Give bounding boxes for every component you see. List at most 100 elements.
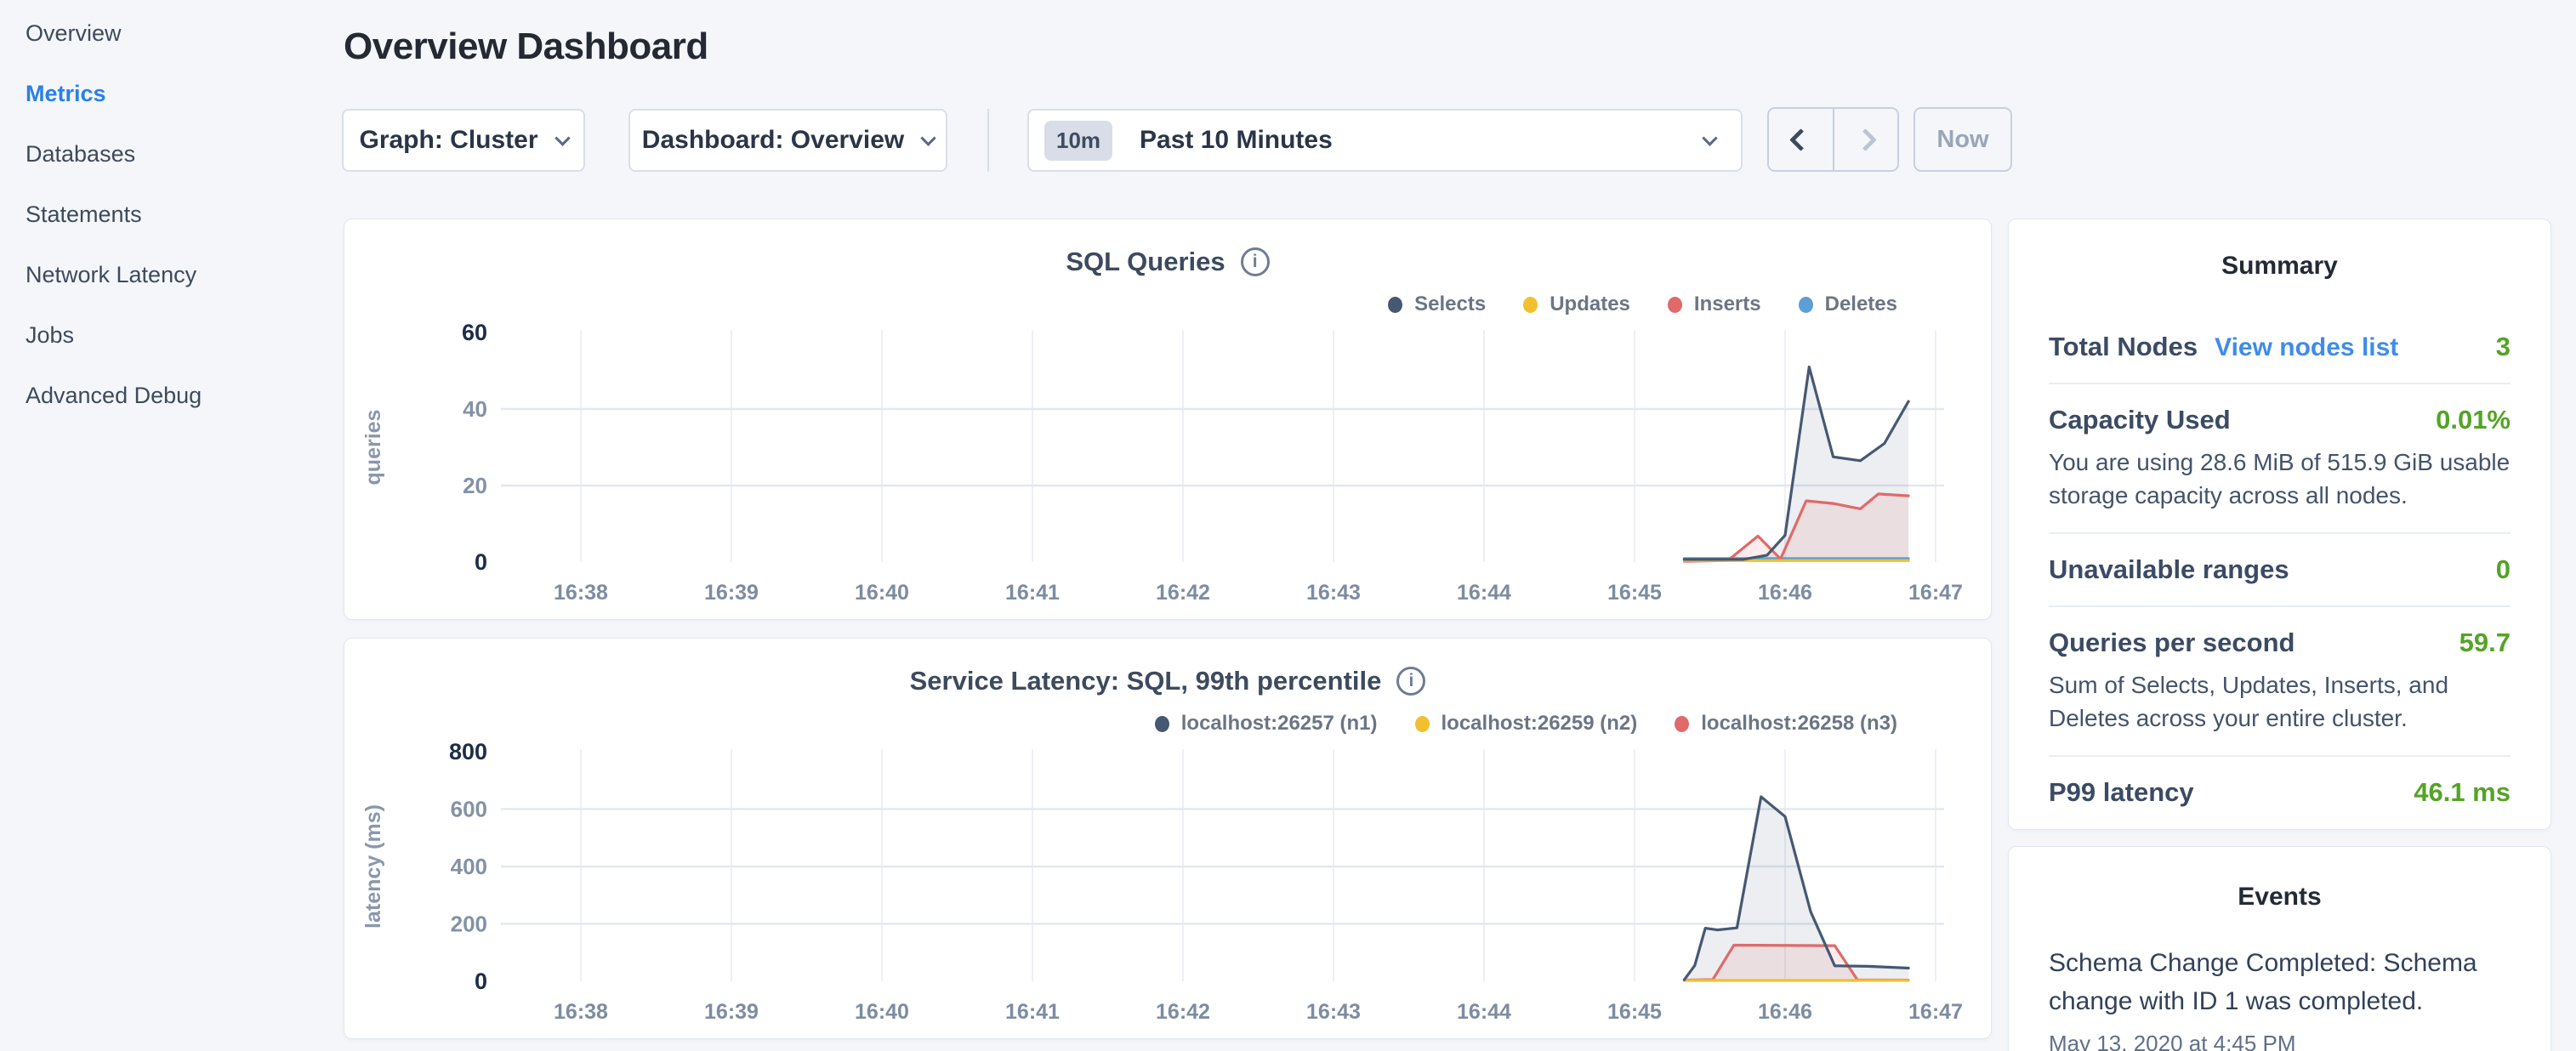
- x-axis-tick-label: 16:42: [1156, 581, 1210, 605]
- event-list-item[interactable]: Schema Change Completed: Schema change w…: [2049, 944, 2511, 1051]
- sql-queries-chart-card: 16:38 16:39 16:40 16:41 16:42 16:43 16:44 16:45…: [344, 219, 1992, 620]
- summary-row-label: Total Nodes: [2049, 332, 2198, 362]
- sidebar-item-advanced-debug[interactable]: Advanced Debug: [26, 383, 342, 406]
- legend-dot-icon: [1668, 297, 1682, 313]
- x-axis-tick-label: 16:46: [1758, 1000, 1812, 1024]
- x-axis-tick-label: 16:39: [704, 581, 759, 605]
- x-axis-tick-label: 16:43: [1306, 1000, 1361, 1024]
- legend-label: localhost:26257 (n1): [1181, 712, 1378, 736]
- sidebar-item-metrics[interactable]: Metrics: [26, 81, 342, 105]
- time-range-badge: 10m: [1044, 121, 1112, 161]
- x-axis-tick-label: 16:41: [1005, 1000, 1060, 1024]
- x-axis-tick-label: 16:44: [1457, 1000, 1511, 1024]
- y-axis-tick-label: 40: [463, 396, 487, 422]
- summary-row-queries-per-second: Queries per second 59.7 Sum of Selects, …: [2049, 607, 2511, 757]
- summary-panel: Summary Total Nodes View nodes list 3 Ca…: [2008, 219, 2551, 830]
- legend-label: Updates: [1550, 293, 1630, 316]
- toolbar-divider: [987, 109, 989, 172]
- summary-row-value: 0.01%: [2436, 405, 2511, 435]
- x-axis-tick-label: 16:42: [1156, 1000, 1210, 1024]
- page-title: Overview Dashboard: [344, 26, 708, 68]
- chevron-right-icon: [1854, 128, 1877, 151]
- legend-dot-icon: [1799, 297, 1813, 313]
- summary-row-label: Capacity Used: [2049, 405, 2231, 435]
- x-axis-tick-label: 16:39: [704, 1000, 759, 1024]
- chevron-down-icon: [554, 130, 570, 145]
- x-axis-tick-label: 16:44: [1457, 581, 1511, 605]
- legend-label: Deletes: [1825, 293, 1897, 316]
- time-range-dropdown[interactable]: 10m Past 10 Minutes: [1027, 109, 1743, 172]
- y-axis-tick-label: 20: [463, 473, 487, 498]
- service-latency-chart-card: 16:3816:3916:4016:4116:4216:4316:4416:45…: [344, 638, 1992, 1039]
- summary-row-total-nodes: Total Nodes View nodes list 3: [2049, 311, 2511, 384]
- sidebar-nav: Overview Metrics Databases Statements Ne…: [0, 0, 342, 1051]
- summary-row-unavailable-ranges: Unavailable ranges 0: [2049, 534, 2511, 607]
- x-axis-tick-label: 16:47: [1908, 581, 1963, 605]
- x-axis-tick-label: 16:40: [855, 581, 909, 605]
- summary-panel-title: Summary: [2049, 252, 2511, 281]
- summary-row-value: 3: [2496, 332, 2511, 362]
- y-axis-tick-label: 200: [451, 912, 487, 937]
- chevron-down-icon: [921, 130, 936, 145]
- x-axis-tick-label: 16:40: [855, 1000, 909, 1024]
- x-axis-tick-label: 16:38: [554, 1000, 608, 1024]
- time-pager: [1767, 107, 1899, 172]
- sidebar-item-statements[interactable]: Statements: [26, 202, 342, 225]
- legend-item: Selects: [1388, 293, 1486, 316]
- info-icon[interactable]: i: [1396, 667, 1425, 696]
- summary-row-value: 0: [2496, 554, 2511, 585]
- view-nodes-list-link[interactable]: View nodes list: [2215, 333, 2398, 362]
- summary-row-label: Unavailable ranges: [2049, 554, 2289, 585]
- summary-row-value: 46.1 ms: [2414, 777, 2511, 808]
- time-range-label: Past 10 Minutes: [1140, 126, 1704, 155]
- now-button[interactable]: Now: [1914, 107, 2012, 172]
- chart-title: SQL Queries: [1066, 247, 1225, 277]
- sidebar-item-network-latency[interactable]: Network Latency: [26, 262, 342, 286]
- y-axis-tick-label: 60: [462, 320, 487, 345]
- x-axis-tick-label: 16:43: [1306, 581, 1361, 605]
- chart-title: Service Latency: SQL, 99th percentile: [910, 666, 1382, 696]
- summary-row-label: P99 latency: [2049, 777, 2194, 808]
- x-axis-tick-label: 16:47: [1908, 1000, 1963, 1024]
- time-back-button[interactable]: [1769, 109, 1833, 170]
- legend-label: Selects: [1414, 293, 1486, 316]
- legend-item: localhost:26259 (n2): [1415, 712, 1638, 736]
- y-axis-tick-label: 0: [475, 549, 487, 575]
- legend-dot-icon: [1155, 716, 1169, 732]
- events-panel-title: Events: [2049, 883, 2511, 912]
- events-panel: Events Schema Change Completed: Schema c…: [2008, 846, 2551, 1051]
- legend-dot-icon: [1523, 297, 1538, 313]
- y-axis-tick-label: 400: [451, 854, 487, 879]
- y-axis-tick-label: 0: [475, 969, 487, 994]
- legend-label: Inserts: [1694, 293, 1761, 316]
- legend-item: Deletes: [1799, 293, 1897, 316]
- summary-row-label: Queries per second: [2049, 628, 2295, 658]
- chevron-left-icon: [1789, 128, 1812, 151]
- info-icon[interactable]: i: [1241, 247, 1270, 276]
- x-axis-tick-label: 16:41: [1005, 581, 1060, 605]
- legend-item: localhost:26258 (n3): [1675, 712, 1897, 736]
- event-text: Schema Change Completed: Schema change w…: [2049, 944, 2511, 1020]
- graph-scope-dropdown[interactable]: Graph: Cluster: [342, 109, 585, 172]
- graph-scope-dropdown-label: Graph: Cluster: [359, 126, 537, 155]
- sidebar-item-overview[interactable]: Overview: [26, 20, 342, 44]
- legend-item: Inserts: [1668, 293, 1761, 316]
- summary-row-capacity-used: Capacity Used 0.01% You are using 28.6 M…: [2049, 384, 2511, 534]
- x-axis-tick-label: 16:45: [1607, 581, 1662, 605]
- sidebar-item-jobs[interactable]: Jobs: [26, 322, 342, 346]
- legend-label: localhost:26258 (n3): [1701, 712, 1897, 736]
- legend-item: localhost:26257 (n1): [1155, 712, 1378, 736]
- y-axis-tick-label: 600: [451, 797, 487, 822]
- legend-dot-icon: [1675, 716, 1689, 732]
- time-forward-button[interactable]: [1833, 109, 1898, 170]
- dashboard-dropdown[interactable]: Dashboard: Overview: [628, 109, 947, 172]
- y-axis-tick-label: 800: [449, 739, 487, 764]
- chart-legend: localhost:26257 (n1) localhost:26259 (n2)…: [1155, 712, 1897, 736]
- sidebar-item-databases[interactable]: Databases: [26, 141, 342, 165]
- x-axis-tick-label: 16:38: [554, 581, 608, 605]
- chart-legend: Selects Updates Inserts Deletes: [1388, 293, 1897, 316]
- service-latency-chart-canvas[interactable]: 16:3816:3916:4016:4116:4216:4316:4416:45…: [344, 639, 1993, 1040]
- legend-dot-icon: [1415, 716, 1430, 732]
- sql-queries-chart-canvas[interactable]: 16:38 16:39 16:40 16:41 16:42 16:43 16:44 16:45…: [344, 219, 1993, 621]
- chevron-down-icon: [1702, 130, 1717, 145]
